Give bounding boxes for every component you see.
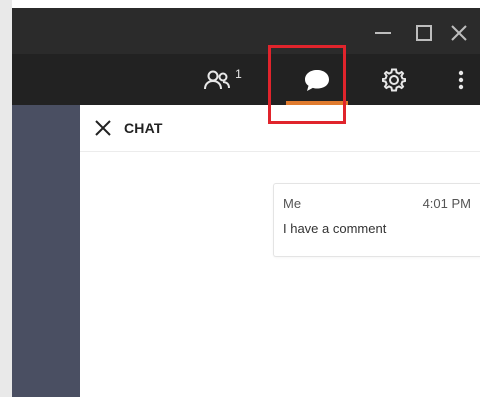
settings-button[interactable] bbox=[374, 62, 414, 98]
window-frame-left bbox=[0, 0, 12, 397]
participants-count: 1 bbox=[235, 67, 242, 81]
minimize-button[interactable] bbox=[372, 22, 394, 44]
close-icon bbox=[95, 120, 111, 136]
highlight-annotation bbox=[268, 45, 346, 124]
video-area bbox=[12, 105, 80, 397]
message-time: 4:01 PM bbox=[422, 196, 471, 211]
participants-button[interactable]: 1 bbox=[192, 62, 252, 98]
title-bar bbox=[12, 8, 480, 54]
close-chat-button[interactable] bbox=[92, 117, 114, 139]
gear-icon bbox=[382, 68, 406, 92]
chat-panel: CHAT Me 4:01 PM I have a comment bbox=[80, 105, 480, 397]
close-window-button[interactable] bbox=[448, 22, 470, 44]
chat-message: Me 4:01 PM I have a comment bbox=[273, 183, 480, 257]
message-sender: Me bbox=[283, 196, 302, 211]
more-vertical-icon bbox=[458, 70, 464, 90]
meeting-toolbar: 1 bbox=[12, 54, 480, 105]
maximize-button[interactable] bbox=[413, 22, 435, 44]
chat-title: CHAT bbox=[124, 120, 163, 136]
minimize-icon bbox=[375, 32, 391, 34]
more-options-button[interactable] bbox=[446, 62, 476, 98]
close-window-icon bbox=[451, 25, 467, 41]
participants-icon bbox=[204, 70, 231, 90]
message-text: I have a comment bbox=[283, 221, 387, 236]
maximize-icon bbox=[416, 25, 432, 41]
